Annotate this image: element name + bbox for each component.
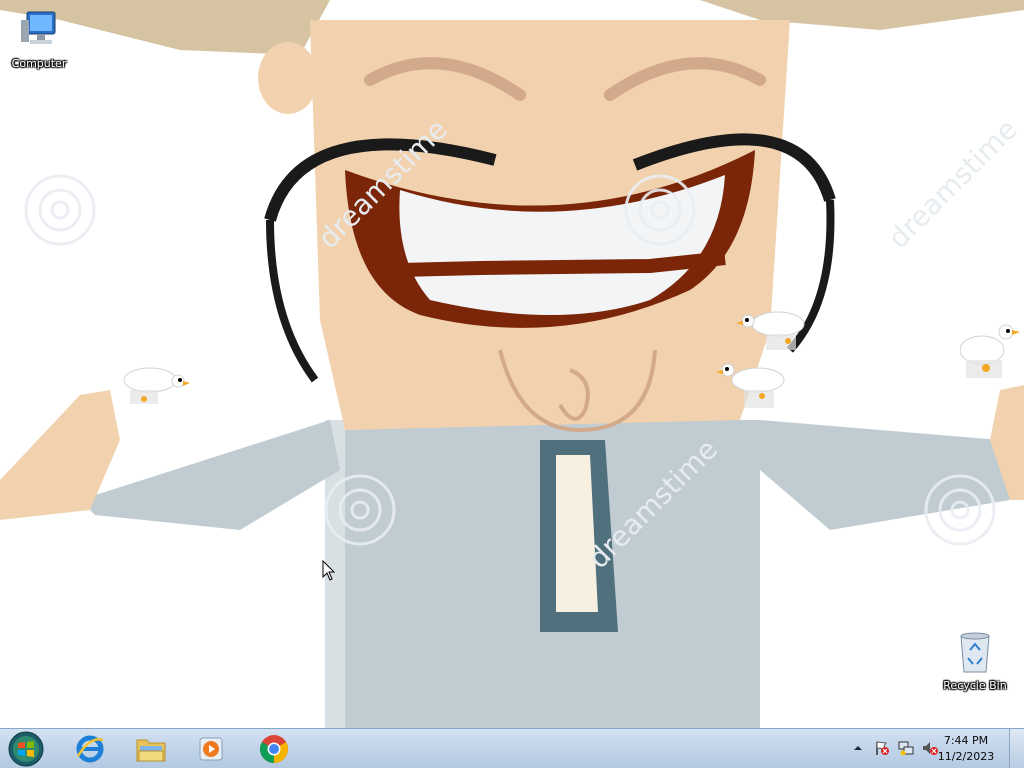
mouse-cursor-icon (322, 560, 336, 581)
desktop-icon-recycle-bin[interactable]: Recycle Bin (940, 630, 1010, 692)
taskbar-button-windows-explorer[interactable] (124, 730, 178, 767)
desktop-icon-computer[interactable]: Computer (4, 8, 74, 70)
taskbar: 7:44 PM 11/2/2023 (0, 728, 1024, 768)
clock-time: 7:44 PM (943, 734, 989, 747)
network-icon[interactable] (898, 740, 914, 756)
goose-sprite (716, 363, 785, 408)
goose-sprite (736, 311, 805, 350)
goose-sprite (960, 324, 1020, 378)
media-player-icon (199, 737, 223, 760)
windows-logo-icon (8, 731, 44, 767)
show-hidden-icons-arrow[interactable] (850, 740, 866, 756)
taskbar-button-google-chrome[interactable] (247, 730, 301, 767)
goose-sprite (123, 367, 190, 404)
folder-icon (136, 739, 166, 761)
system-tray: 7:44 PM 11/2/2023 (834, 729, 1024, 769)
desktop-icon-label: Computer (11, 57, 67, 70)
chrome-icon (260, 734, 288, 763)
recycle-bin-icon (960, 632, 990, 673)
clock-date: 11/2/2023 (937, 750, 995, 763)
clock[interactable]: 7:44 PM 11/2/2023 (930, 733, 1002, 765)
show-desktop-button[interactable] (1009, 729, 1024, 768)
ie-icon (76, 735, 104, 762)
computer-icon (21, 11, 56, 44)
start-button[interactable] (6, 731, 46, 767)
action-center-flag-icon[interactable] (874, 740, 890, 756)
taskbar-button-internet-explorer[interactable] (63, 730, 117, 767)
desktop-icon-label: Recycle Bin (943, 679, 1007, 692)
taskbar-button-media-player[interactable] (184, 730, 238, 767)
